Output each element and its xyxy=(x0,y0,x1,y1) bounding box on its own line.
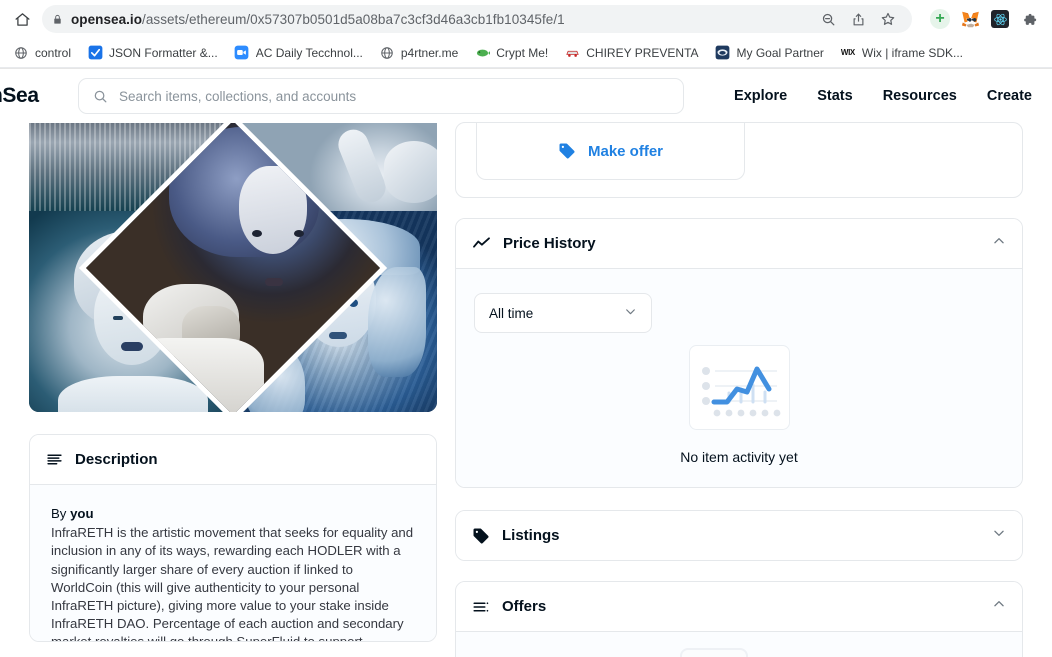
description-body: By you InfraRETH is the artistic movemen… xyxy=(30,484,436,641)
listings-panel: Listings xyxy=(455,510,1023,561)
listings-title: Listings xyxy=(502,527,560,544)
chevron-down-icon[interactable] xyxy=(992,526,1006,545)
react-devtools-extension-icon[interactable] xyxy=(986,5,1014,33)
time-range-value: All time xyxy=(489,305,534,321)
bookmark-label: JSON Formatter &... xyxy=(109,45,218,60)
chevron-up-icon[interactable] xyxy=(992,597,1006,616)
bookmark-label: CHIREY PREVENTA xyxy=(586,45,699,60)
price-history-title: Price History xyxy=(503,235,596,252)
green-fish-icon xyxy=(474,45,490,61)
nav-item-explore[interactable]: Explore xyxy=(734,88,787,104)
search-icon xyxy=(93,89,108,104)
description-by-prefix: By xyxy=(51,506,71,521)
page-content: Description By you InfraRETH is the arti… xyxy=(0,122,1052,657)
web-page: nSea Explore Stats Resources Create xyxy=(0,69,1052,657)
bookmarks-bar: control JSON Formatter &... AC Daily Tecch… xyxy=(0,38,1052,68)
dark-badge-icon xyxy=(715,45,731,61)
price-history-body: All time No item activity yet xyxy=(456,268,1022,487)
listings-panel-header[interactable]: Listings xyxy=(456,511,1022,560)
offer-panel: Make offer xyxy=(455,122,1023,198)
nav-item-resources[interactable]: Resources xyxy=(883,88,957,104)
wix-icon: WIX xyxy=(840,48,855,57)
bookmark-item[interactable]: CHIREY PREVENTA xyxy=(557,42,705,64)
make-offer-label: Make offer xyxy=(587,142,664,160)
add-extension-icon[interactable]: + xyxy=(926,5,954,33)
line-chart-icon xyxy=(472,234,491,253)
bookmark-item[interactable]: My Goal Partner xyxy=(708,42,831,64)
offers-panel: Offers xyxy=(455,581,1023,657)
bookmark-item[interactable]: Crypt Me! xyxy=(467,42,555,64)
car-icon xyxy=(564,45,580,61)
globe-icon xyxy=(13,45,29,61)
chevron-down-icon xyxy=(624,305,637,321)
price-tag-icon xyxy=(472,527,490,545)
description-title: Description xyxy=(75,451,158,468)
price-history-panel-header[interactable]: Price History xyxy=(456,219,1022,268)
left-column: Description By you InfraRETH is the arti… xyxy=(29,123,437,642)
opensea-logo[interactable]: nSea xyxy=(0,84,64,108)
home-icon[interactable] xyxy=(8,5,36,33)
globe-icon xyxy=(379,45,395,61)
text-lines-icon xyxy=(46,451,63,468)
lock-icon xyxy=(52,13,63,26)
bookmark-label: My Goal Partner xyxy=(736,45,824,60)
stacked-cards-icon xyxy=(680,648,798,657)
price-history-empty-state: No item activity yet xyxy=(474,345,1004,465)
offers-title: Offers xyxy=(502,598,547,615)
offers-panel-header[interactable]: Offers xyxy=(456,582,1022,631)
description-author: By you xyxy=(51,505,415,523)
video-camera-icon xyxy=(234,45,250,61)
search-input[interactable] xyxy=(119,88,669,104)
share-icon[interactable] xyxy=(844,5,872,33)
offers-body xyxy=(456,631,1022,657)
address-bar[interactable]: opensea.io/assets/ethereum/0x57307b0501d… xyxy=(42,5,912,33)
opensea-header: nSea Explore Stats Resources Create xyxy=(0,69,1052,123)
bookmark-label: Crypt Me! xyxy=(496,45,549,60)
nav-item-create[interactable]: Create xyxy=(987,88,1032,104)
bookmark-label: control xyxy=(35,45,72,60)
description-by-name: you xyxy=(70,506,94,521)
omnibox-actions xyxy=(814,5,902,33)
list-icon xyxy=(472,598,490,616)
description-panel: Description By you InfraRETH is the arti… xyxy=(29,434,437,642)
right-column: Make offer Price History All time No ite… xyxy=(455,122,1023,657)
bookmark-item[interactable]: JSON Formatter &... xyxy=(80,42,225,64)
bookmark-item[interactable]: AC Daily Tecchnol... xyxy=(227,42,370,64)
bookmark-item[interactable]: p4rtner.me xyxy=(372,42,465,64)
browser-toolbar: opensea.io/assets/ethereum/0x57307b0501d… xyxy=(0,0,1052,38)
zoom-out-icon[interactable] xyxy=(814,5,842,33)
price-history-empty-label: No item activity yet xyxy=(680,449,798,465)
extensions-puzzle-icon[interactable] xyxy=(1016,5,1044,33)
make-offer-button[interactable]: Make offer xyxy=(476,123,745,180)
bookmark-label: AC Daily Tecchnol... xyxy=(255,45,363,60)
browser-chrome: opensea.io/assets/ethereum/0x57307b0501d… xyxy=(0,0,1052,69)
nft-artwork[interactable] xyxy=(29,123,437,412)
time-range-select[interactable]: All time xyxy=(474,293,652,333)
empty-chart-icon xyxy=(688,345,790,435)
description-text: InfraRETH is the artistic movement that … xyxy=(51,525,414,641)
bookmark-item[interactable]: control xyxy=(6,42,78,64)
nav-item-stats[interactable]: Stats xyxy=(817,88,852,104)
check-square-icon xyxy=(87,45,103,61)
chevron-up-icon[interactable] xyxy=(992,234,1006,253)
bookmark-label: p4rtner.me xyxy=(400,45,459,60)
search-bar[interactable] xyxy=(78,78,684,114)
price-tag-icon xyxy=(558,142,576,160)
primary-nav: Explore Stats Resources Create xyxy=(734,88,1032,104)
price-history-panel: Price History All time No item activity … xyxy=(455,218,1023,488)
address-bar-url: opensea.io/assets/ethereum/0x57307b0501d… xyxy=(71,11,565,27)
extension-icons: + xyxy=(920,5,1044,33)
metamask-extension-icon[interactable] xyxy=(956,5,984,33)
bookmark-star-icon[interactable] xyxy=(874,5,902,33)
description-panel-header[interactable]: Description xyxy=(30,435,436,484)
bookmark-label: Wix | iframe SDK... xyxy=(861,45,964,60)
bookmark-item[interactable]: WIX Wix | iframe SDK... xyxy=(833,42,970,64)
